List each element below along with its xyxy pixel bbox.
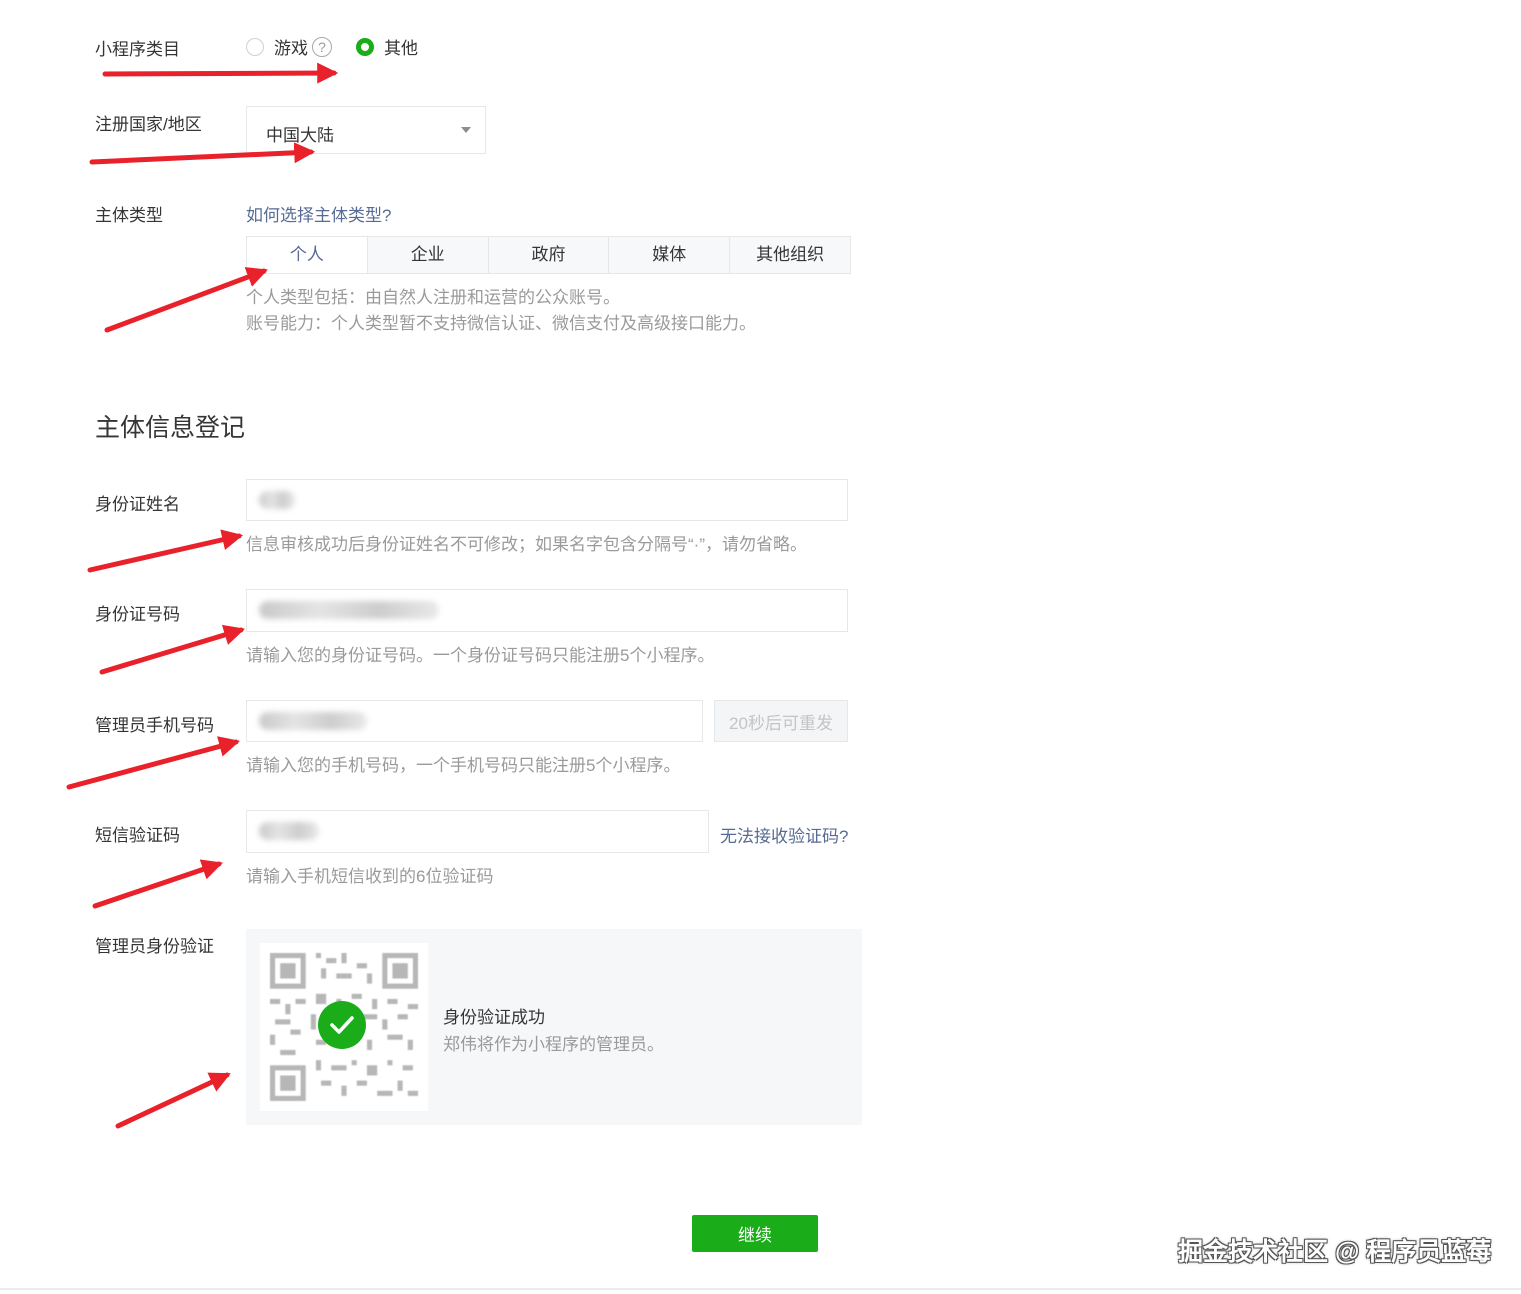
sms-code-label: 短信验证码 bbox=[95, 826, 180, 845]
check-icon bbox=[318, 1001, 366, 1049]
id-name-label: 身份证姓名 bbox=[95, 495, 180, 514]
red-arrow-icon bbox=[66, 736, 241, 790]
admin-phone-label: 管理员手机号码 bbox=[95, 716, 214, 735]
id-number-input[interactable] bbox=[246, 589, 848, 632]
admin-verify-panel: 身份验证成功 郑伟将作为小程序的管理员。 bbox=[246, 929, 862, 1125]
blurred-value bbox=[259, 712, 367, 730]
section-title: 主体信息登记 bbox=[95, 414, 246, 442]
resend-code-button[interactable]: 20秒后可重发 bbox=[714, 700, 848, 742]
entity-type-tabs: 个人 企业 政府 媒体 其他组织 bbox=[246, 236, 851, 274]
red-arrow-icon bbox=[115, 1072, 231, 1129]
tab-other-org[interactable]: 其他组织 bbox=[730, 237, 850, 273]
blurred-value bbox=[259, 601, 439, 619]
tab-personal[interactable]: 个人 bbox=[247, 237, 368, 273]
radio-other[interactable]: 其他 bbox=[356, 34, 418, 59]
entity-type-help-link[interactable]: 如何选择主体类型? bbox=[246, 201, 391, 226]
tab-enterprise[interactable]: 企业 bbox=[367, 237, 489, 273]
tab-media[interactable]: 媒体 bbox=[609, 237, 731, 273]
id-number-tip: 请输入您的身份证号码。一个身份证号码只能注册5个小程序。 bbox=[246, 646, 715, 665]
id-number-label: 身份证号码 bbox=[95, 605, 180, 624]
help-icon[interactable]: ? bbox=[312, 36, 332, 57]
category-label: 小程序类目 bbox=[95, 40, 180, 59]
radio-game[interactable]: 游戏 ? bbox=[246, 34, 332, 59]
entity-type-label: 主体类型 bbox=[95, 206, 163, 225]
radio-other-label: 其他 bbox=[384, 39, 418, 58]
entity-type-desc-1: 个人类型包括：由自然人注册和运营的公众账号。 bbox=[246, 288, 620, 307]
red-arrow-icon bbox=[87, 529, 244, 573]
radio-other-circle[interactable] bbox=[356, 37, 374, 56]
qr-code-card bbox=[260, 943, 428, 1111]
region-select-value: 中国大陆 bbox=[266, 126, 334, 145]
radio-game-circle[interactable] bbox=[246, 37, 264, 56]
radio-game-label: 游戏 bbox=[274, 39, 308, 58]
entity-type-desc-2: 账号能力：个人类型暂不支持微信认证、微信支付及高级接口能力。 bbox=[246, 314, 756, 333]
admin-phone-input[interactable] bbox=[246, 700, 703, 742]
verify-status-title: 身份验证成功 bbox=[443, 1008, 545, 1027]
chevron-down-icon bbox=[461, 127, 471, 133]
region-select[interactable]: 中国大陆 bbox=[246, 106, 486, 154]
red-arrow-icon bbox=[92, 859, 223, 909]
tab-government[interactable]: 政府 bbox=[488, 237, 610, 273]
red-arrow-icon bbox=[104, 267, 268, 333]
admin-phone-tip: 请输入您的手机号码，一个手机号码只能注册5个小程序。 bbox=[246, 756, 681, 775]
continue-button[interactable]: 继续 bbox=[692, 1215, 818, 1252]
red-arrow-icon bbox=[102, 62, 339, 84]
region-label: 注册国家/地区 bbox=[95, 115, 202, 134]
bottom-divider bbox=[0, 1288, 1521, 1290]
id-name-tip: 信息审核成功后身份证姓名不可修改；如果名字包含分隔号“·”，请勿省略。 bbox=[246, 535, 807, 554]
verify-status-desc: 郑伟将作为小程序的管理员。 bbox=[443, 1035, 664, 1054]
admin-verify-label: 管理员身份验证 bbox=[95, 937, 214, 956]
blurred-value bbox=[259, 491, 295, 509]
cannot-receive-code-link[interactable]: 无法接收验证码? bbox=[720, 822, 848, 847]
blurred-value bbox=[259, 822, 319, 840]
sms-code-tip: 请输入手机短信收到的6位验证码 bbox=[246, 867, 494, 886]
watermark: 掘金技术社区 @ 程序员蓝莓 bbox=[1178, 1238, 1492, 1266]
red-arrow-icon bbox=[99, 624, 246, 675]
sms-code-input[interactable] bbox=[246, 810, 709, 853]
id-name-input[interactable] bbox=[246, 479, 848, 521]
